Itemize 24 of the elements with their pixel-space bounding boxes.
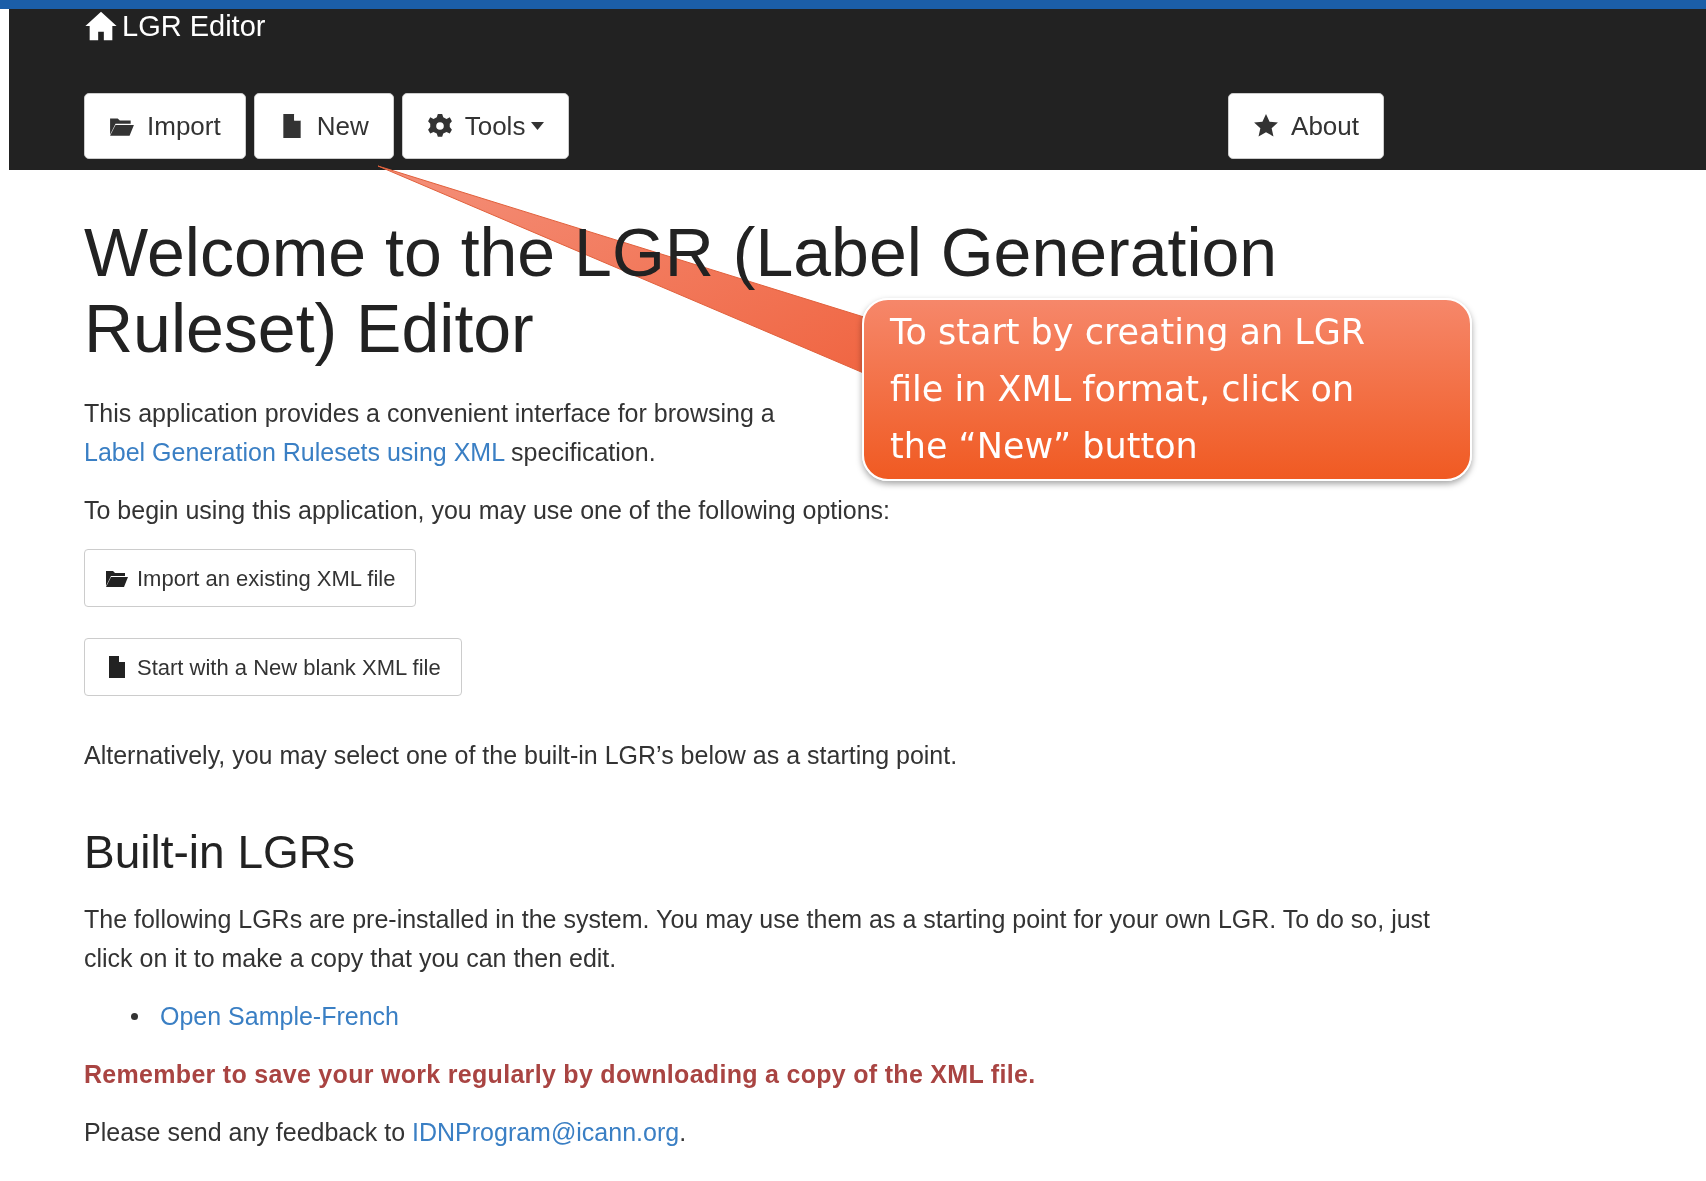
callout-bubble: To start by creating an LGR file in XML format, click on the “New” button — [862, 298, 1472, 481]
caret-icon — [531, 122, 545, 130]
save-reminder: Remember to save your work regularly by downloading a copy of the XML file. — [84, 1059, 1037, 1091]
alternative-text: Alternatively, you may select one of the built-in LGR’s below as a starting point. — [84, 740, 959, 771]
about-button[interactable]: About — [1228, 93, 1384, 159]
section-heading: Built-in LGRs — [84, 825, 356, 880]
star-icon — [1253, 113, 1280, 139]
gear-icon — [426, 113, 453, 139]
home-icon — [84, 9, 118, 43]
email-link[interactable]: IDNProgram@icann.org — [412, 1118, 680, 1147]
import-button[interactable]: Import — [84, 93, 246, 159]
intro-paragraph: This application provides a convenient interface for browsing a Label Generation Rulesets using XML specification. — [84, 398, 775, 468]
options-text: To begin using this application, you may use one of the following options: — [84, 495, 892, 526]
brand-link[interactable]: LGR Editor — [84, 9, 266, 43]
bullet-icon — [131, 1013, 138, 1021]
tools-dropdown[interactable]: Tools — [401, 93, 570, 159]
new-button[interactable]: New — [253, 93, 394, 159]
page-title-line: Ruleset) Editor — [84, 290, 534, 366]
feedback-text: Please send any feedback to IDNProgram@icann.org. — [84, 1117, 688, 1149]
lgr-link[interactable]: Open Sample-French — [160, 997, 399, 1037]
spec-link[interactable]: Label Generation Rulesets using XML — [84, 438, 505, 466]
new-file-button[interactable]: Start with a New blank XML file — [84, 638, 462, 696]
builtin-description: The following LGRs are pre-installed in the system. You may use them as a starting point for your own LGR. To do so, just click on it to make a copy that you can then edit. — [84, 904, 1432, 975]
import-file-button[interactable]: Import an existing XML file — [84, 549, 417, 607]
